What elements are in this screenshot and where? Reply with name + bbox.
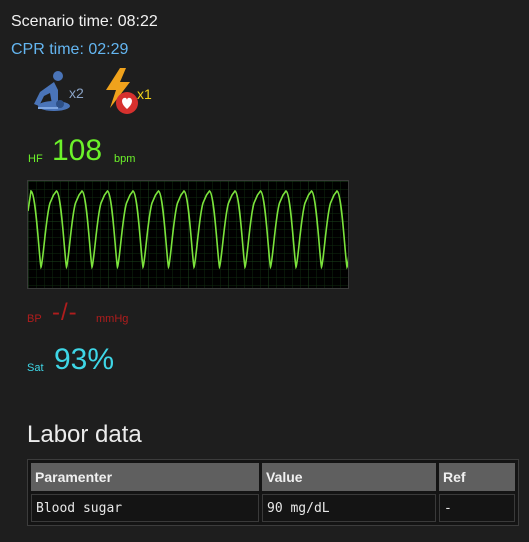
cpr-time: CPR time: 02:29 xyxy=(11,41,129,58)
cell-value: 90 mg/dL xyxy=(262,494,436,522)
ecg-monitor xyxy=(27,180,361,289)
hr-unit: bpm xyxy=(114,153,136,165)
shock-counter: x1 xyxy=(100,66,160,116)
column-header-ref: Ref xyxy=(439,463,515,491)
column-header-parameter: Paramenter xyxy=(31,463,259,491)
labor-data-table: Paramenter Value Ref Blood sugar 90 mg/d… xyxy=(27,459,519,526)
cpr-count: x2 xyxy=(69,85,84,101)
bp-unit: mmHg xyxy=(96,313,129,325)
cpr-icon xyxy=(34,71,70,111)
cpr-counter: x2 xyxy=(28,68,90,112)
labor-data-heading: Labor data xyxy=(27,421,142,448)
cell-ref: - xyxy=(439,494,515,522)
table-row: Blood sugar 90 mg/dL - xyxy=(31,494,515,522)
defibrillation-icon xyxy=(106,68,138,114)
scenario-time: Scenario time: 08:22 xyxy=(11,13,158,30)
cell-parameter: Blood sugar xyxy=(31,494,259,522)
sat-value: 93% xyxy=(54,343,115,376)
column-header-value: Value xyxy=(262,463,436,491)
bp-label: BP xyxy=(27,313,42,325)
ecg-trace xyxy=(27,181,361,288)
hr-label: HF xyxy=(28,153,43,165)
sat-label: Sat xyxy=(27,362,44,374)
table-header-row: Paramenter Value Ref xyxy=(31,463,515,491)
hr-value: 108 xyxy=(52,134,103,167)
shock-count: x1 xyxy=(137,86,152,102)
bp-value: -/- xyxy=(52,299,78,326)
